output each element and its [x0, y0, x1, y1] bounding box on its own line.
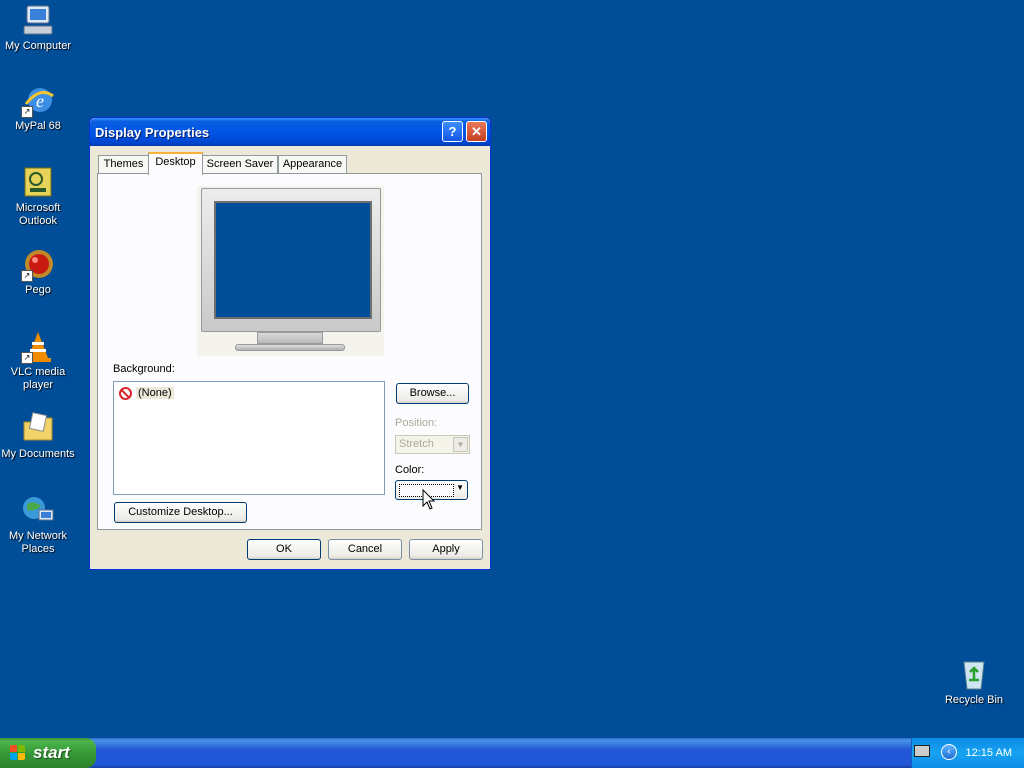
chevron-down-icon: ▼: [456, 483, 464, 492]
desktop-icon-label: MyPal 68: [15, 120, 61, 132]
background-list[interactable]: (None): [113, 381, 385, 495]
desktop-icon-vlc[interactable]: ↗ VLC media player: [0, 330, 78, 392]
position-label: Position:: [395, 417, 438, 429]
pego-icon: ↗: [21, 248, 55, 282]
tab-desktop[interactable]: Desktop: [148, 152, 203, 175]
window-title: Display Properties: [95, 125, 210, 140]
start-label: start: [33, 743, 70, 762]
ok-button[interactable]: OK: [247, 539, 321, 560]
desktop-icon-pego[interactable]: ↗ Pego: [0, 248, 78, 297]
desktop-icon-label: Pego: [25, 284, 51, 296]
desktop-icon-label: Microsoft Outlook: [15, 202, 61, 227]
desktop-icon-mypal[interactable]: e ↗ MyPal 68: [0, 84, 78, 133]
desktop-icon-label: My Documents: [1, 448, 75, 460]
monitor-preview-screen: [214, 201, 372, 319]
start-button[interactable]: start: [0, 738, 96, 768]
recycle-bin-icon: [957, 658, 991, 692]
customize-desktop-button[interactable]: Customize Desktop...: [114, 502, 247, 523]
desktop-icon-outlook[interactable]: Microsoft Outlook: [0, 166, 78, 228]
position-value: Stretch: [399, 438, 434, 450]
desktop-icon-recycle-bin[interactable]: Recycle Bin: [934, 658, 1014, 707]
cancel-button[interactable]: Cancel: [328, 539, 402, 560]
desktop-icon-my-documents[interactable]: My Documents: [0, 412, 78, 461]
clock[interactable]: 12:15 AM: [966, 747, 1012, 759]
shortcut-arrow-icon: ↗: [21, 106, 33, 118]
question-mark-icon: ?: [448, 124, 457, 139]
desktop-icon-label: My Network Places: [8, 530, 68, 555]
taskbar: start 12:15 AM: [0, 738, 1024, 768]
tab-themes[interactable]: Themes: [98, 155, 149, 173]
desktop-icon-label: Recycle Bin: [944, 694, 1004, 706]
monitor-stand: [235, 344, 345, 351]
tab-appearance[interactable]: Appearance: [278, 155, 347, 173]
background-label: Background:: [113, 363, 175, 375]
monitor-neck: [257, 332, 323, 344]
monitor-preview: [197, 186, 384, 356]
title-bar[interactable]: Display Properties ? ✕: [90, 118, 490, 146]
shortcut-arrow-icon: ↗: [21, 352, 33, 364]
desktop-icon-label: My Computer: [4, 40, 72, 52]
list-item-label: (None): [136, 387, 174, 399]
chevron-down-icon: ▼: [453, 437, 468, 452]
help-button[interactable]: ?: [442, 121, 463, 142]
close-button[interactable]: ✕: [466, 121, 487, 142]
my-documents-folder-icon: [21, 412, 55, 446]
desktop-icon-my-computer[interactable]: My Computer: [0, 4, 78, 53]
vlc-cone-icon: ↗: [21, 330, 55, 364]
show-hidden-icons-chevron-icon[interactable]: ‹: [941, 744, 957, 760]
desktop-tab-panel: Background: (None) Browse... Position: S…: [97, 173, 482, 530]
desktop-icon-my-network-places[interactable]: My Network Places: [0, 494, 78, 556]
monitor-bezel: [201, 188, 381, 332]
none-icon: [119, 386, 132, 400]
desktop-icon-label: VLC media player: [10, 366, 66, 391]
mypal-browser-icon: e ↗: [21, 84, 55, 118]
color-label: Color:: [395, 464, 425, 476]
tab-screen-saver[interactable]: Screen Saver: [202, 155, 278, 173]
keyboard-icon[interactable]: [914, 745, 930, 757]
apply-button[interactable]: Apply: [409, 539, 483, 560]
network-places-icon: [21, 494, 55, 528]
shortcut-arrow-icon: ↗: [21, 270, 33, 282]
windows-flag-icon: [10, 745, 27, 761]
browse-button[interactable]: Browse...: [396, 383, 469, 404]
close-icon: ✕: [471, 124, 482, 139]
my-computer-icon: [21, 4, 55, 38]
list-item[interactable]: (None): [119, 385, 174, 401]
position-select[interactable]: Stretch ▼: [395, 435, 470, 454]
outlook-icon: [21, 166, 55, 200]
